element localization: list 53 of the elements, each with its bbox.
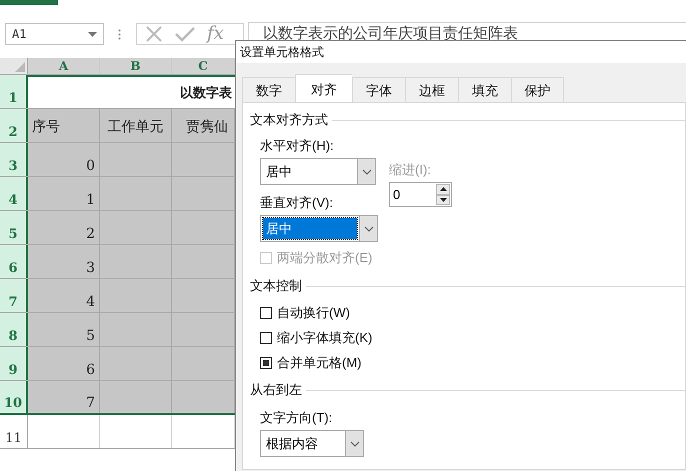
column-header[interactable]: B — [100, 58, 172, 74]
table-cell: 1 — [28, 177, 100, 210]
function-button[interactable]: fx — [207, 24, 224, 44]
row-header[interactable]: 3 — [0, 143, 28, 176]
check-icon[interactable] — [175, 26, 195, 42]
row-header[interactable]: 9 — [0, 347, 28, 380]
table-cell: 0 — [28, 143, 100, 176]
table-cell: 7 — [28, 381, 100, 413]
section-heading: 文本控制 — [250, 277, 302, 295]
corner-triangle-icon — [15, 62, 25, 72]
field-label: 水平对齐(H): — [260, 137, 335, 153]
checkbox-label: 两端分散对齐(E) — [277, 248, 372, 266]
field-label: 缩进(I): — [389, 161, 432, 177]
table-cell: 6 — [28, 347, 100, 380]
chevron-down-icon — [364, 226, 374, 232]
checkbox-label: 合并单元格(M) — [277, 354, 362, 372]
field-label: 垂直对齐(V): — [260, 194, 334, 210]
row-header[interactable]: 8 — [0, 313, 28, 346]
dropdown[interactable]: 根据内容 — [260, 430, 364, 457]
checkbox-label: 自动换行(W) — [277, 304, 350, 322]
ribbon-strip — [0, 0, 58, 5]
section-heading: 文本对齐方式 — [250, 111, 328, 129]
more-icon — [118, 28, 121, 40]
row-header[interactable]: 1 — [0, 75, 28, 108]
checkbox[interactable] — [260, 306, 272, 318]
row-header[interactable]: 6 — [0, 245, 28, 278]
dialog-title: 设置单元格格式 — [236, 41, 686, 63]
field-label: 文字方向(T): — [260, 409, 334, 425]
row-header[interactable]: 5 — [0, 211, 28, 244]
checkbox[interactable] — [260, 356, 272, 368]
table-cell: 3 — [28, 245, 100, 278]
table-cell: 序号 — [28, 109, 100, 142]
section-heading: 从右到左 — [250, 381, 302, 399]
table-cell: 工作单元 — [100, 109, 172, 142]
table-cell: 贾隽仙 — [172, 109, 235, 142]
tab[interactable]: 对齐 — [295, 74, 352, 102]
table-cell: 2 — [28, 211, 100, 244]
checkbox-label: 缩小字体填充(K) — [277, 328, 372, 346]
checkbox[interactable] — [260, 332, 272, 344]
dropdown[interactable]: 居中 — [260, 215, 378, 242]
dropdown-icon — [88, 32, 97, 36]
column-header[interactable]: C — [172, 58, 235, 74]
table-cell: 5 — [28, 313, 100, 346]
table-cell: 4 — [28, 279, 100, 312]
row-header[interactable]: 7 — [0, 279, 28, 312]
row-header[interactable]: 4 — [0, 177, 28, 210]
row-header[interactable]: 10 — [0, 381, 28, 413]
chevron-down-icon — [362, 168, 372, 174]
row-header[interactable]: 2 — [0, 109, 28, 142]
name-box[interactable]: A1 — [5, 23, 104, 45]
dropdown[interactable]: 居中 — [260, 158, 376, 185]
chevron-down-icon — [350, 440, 360, 446]
column-header[interactable]: A — [28, 58, 100, 74]
